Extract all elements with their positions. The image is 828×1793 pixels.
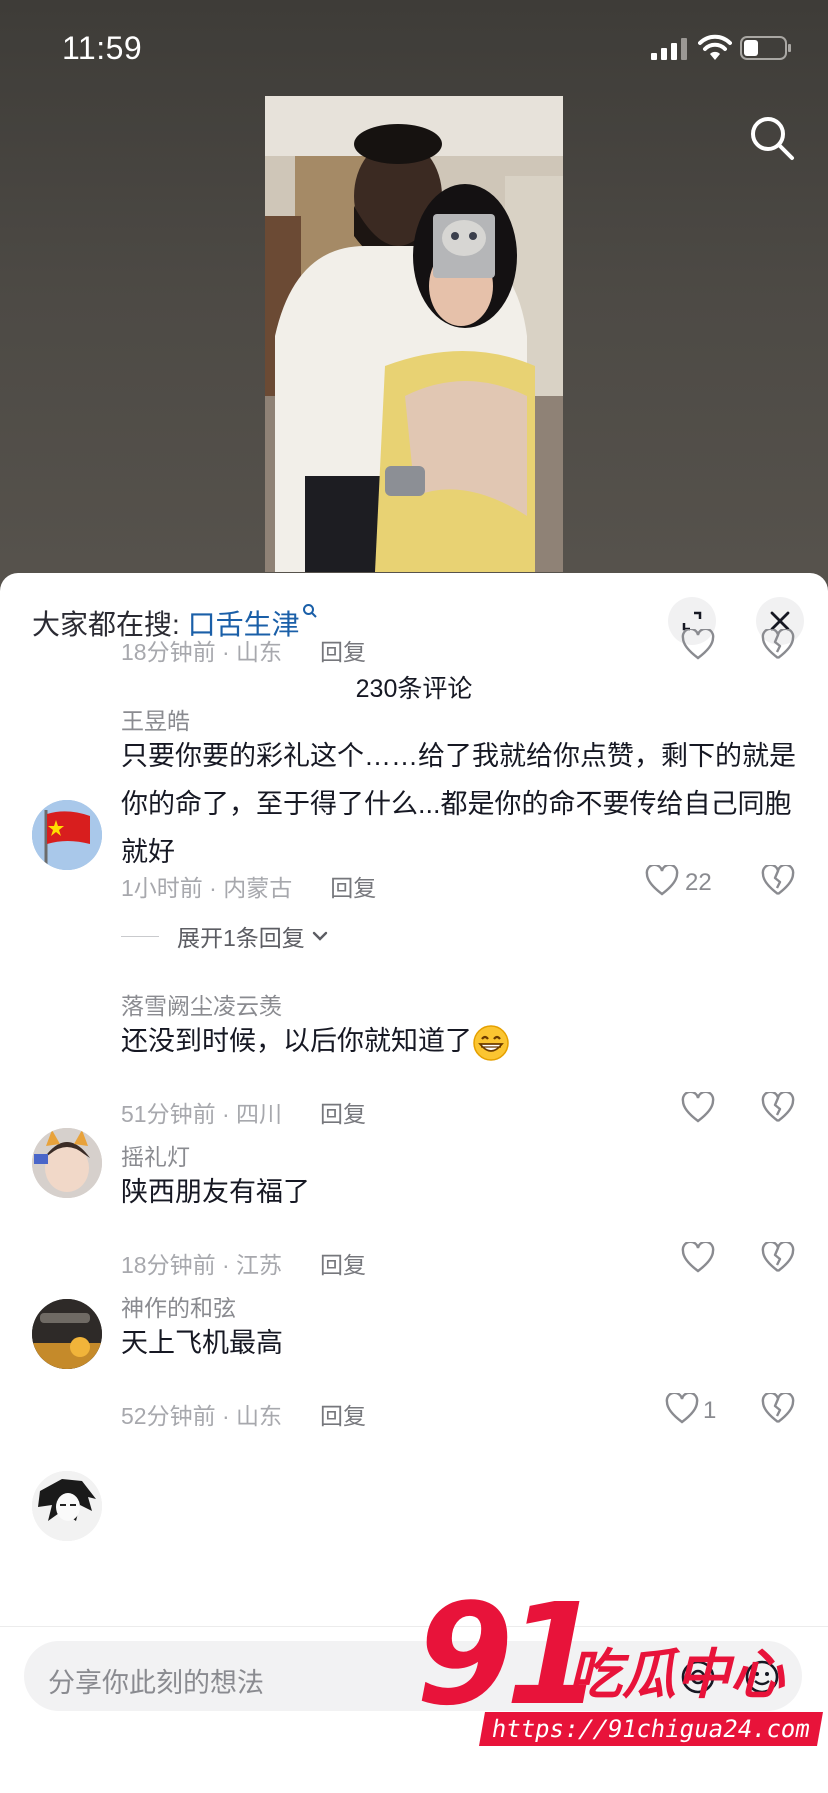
comment-text: 陕西朋友有福了 bbox=[121, 1177, 310, 1207]
search-small-icon bbox=[302, 604, 317, 618]
expand-replies-button[interactable]: 展开1条回复 bbox=[121, 919, 331, 953]
comment-count: 230条评论 bbox=[355, 675, 473, 703]
china-flag-avatar-icon bbox=[32, 800, 102, 870]
search-icon[interactable] bbox=[748, 114, 796, 162]
reply-button[interactable]: 回复 bbox=[330, 875, 376, 901]
comment-text: 还没到时候，以后你就知道了 bbox=[121, 1017, 801, 1065]
avatar-photo bbox=[32, 1471, 102, 1541]
dislike-broken-heart-icon[interactable] bbox=[761, 629, 795, 661]
comment-time-location: 18分钟前 · 山东 bbox=[121, 639, 283, 665]
like-heart-icon[interactable] bbox=[681, 629, 715, 661]
comment-meta: 51分钟前 · 四川 回复 bbox=[121, 1095, 366, 1129]
reply-button[interactable]: 回复 bbox=[320, 1403, 366, 1429]
comment-input-placeholder: 分享你此刻的想法 bbox=[48, 1668, 264, 1698]
reply-button[interactable]: 回复 bbox=[320, 639, 366, 665]
comment-time-location: 51分钟前 · 四川 bbox=[121, 1101, 283, 1127]
like-heart-icon[interactable] bbox=[645, 865, 679, 897]
video-area[interactable]: 11:59 bbox=[0, 0, 828, 600]
watermark-logo: 91 吃瓜中心 https://91chigua24.com bbox=[410, 1586, 823, 1780]
like-heart-icon[interactable] bbox=[665, 1393, 699, 1425]
avatar-photo bbox=[32, 1299, 102, 1369]
chevron-down-icon bbox=[312, 931, 327, 941]
avatar[interactable] bbox=[32, 1128, 102, 1198]
comment-text: 天上飞机最高 bbox=[121, 1328, 283, 1358]
avatar[interactable] bbox=[32, 800, 102, 870]
status-bar: 11:59 bbox=[0, 0, 828, 100]
watermark-url: https://91chigua24.com bbox=[479, 1712, 823, 1746]
like-heart-icon[interactable] bbox=[681, 1242, 715, 1274]
expand-replies-label: 展开1条回复 bbox=[177, 925, 305, 951]
comment-meta: 1小时前 · 内蒙古 回复 bbox=[121, 869, 376, 903]
dislike-broken-heart-icon[interactable] bbox=[761, 1242, 795, 1274]
comment-meta: 52分钟前 · 山东 回复 bbox=[121, 1397, 366, 1431]
comment-meta: 18分钟前 · 江苏 回复 bbox=[121, 1246, 366, 1280]
video-thumbnail[interactable] bbox=[265, 96, 563, 572]
like-count: 1 bbox=[703, 1397, 717, 1424]
avatar[interactable] bbox=[32, 1471, 102, 1541]
reply-button[interactable]: 回复 bbox=[320, 1252, 366, 1278]
divider-line bbox=[121, 935, 159, 937]
comment-time-location: 52分钟前 · 山东 bbox=[121, 1403, 283, 1429]
comment-text: 只要你要的彩礼这个……给了我就给你点赞，剩下的就是你的命了，至于得了什么...都… bbox=[121, 741, 796, 867]
cellular-signal-icon bbox=[651, 38, 687, 60]
like-heart-icon[interactable] bbox=[681, 1092, 715, 1124]
grinning-face-emoji-icon bbox=[473, 1025, 509, 1061]
comment-meta: 18分钟前 · 山东 回复 bbox=[121, 633, 366, 667]
dislike-broken-heart-icon[interactable] bbox=[761, 865, 795, 897]
comment-text-content: 还没到时候，以后你就知道了 bbox=[121, 1026, 472, 1056]
watermark-title: 吃瓜中心 bbox=[568, 1645, 784, 1705]
comment-time-location: 18分钟前 · 江苏 bbox=[121, 1252, 283, 1278]
comment-time-location: 1小时前 · 内蒙古 bbox=[121, 875, 293, 901]
like-count: 22 bbox=[685, 869, 712, 896]
comment-username[interactable]: 落雪阙尘凌云羡 bbox=[121, 987, 282, 1021]
dislike-broken-heart-icon[interactable] bbox=[761, 1092, 795, 1124]
comment-username[interactable]: 摇礼灯 bbox=[121, 1138, 190, 1172]
video-photo bbox=[265, 96, 563, 572]
avatar-photo bbox=[32, 1128, 102, 1198]
comment-username[interactable]: 神作的和弦 bbox=[121, 1289, 236, 1323]
comment-username[interactable]: 王昱皓 bbox=[121, 702, 190, 736]
battery-icon bbox=[740, 36, 791, 60]
dislike-broken-heart-icon[interactable] bbox=[761, 1393, 795, 1425]
status-time: 11:59 bbox=[62, 30, 143, 66]
avatar[interactable] bbox=[32, 1299, 102, 1369]
reply-button[interactable]: 回复 bbox=[320, 1101, 366, 1127]
wifi-icon bbox=[698, 34, 732, 60]
